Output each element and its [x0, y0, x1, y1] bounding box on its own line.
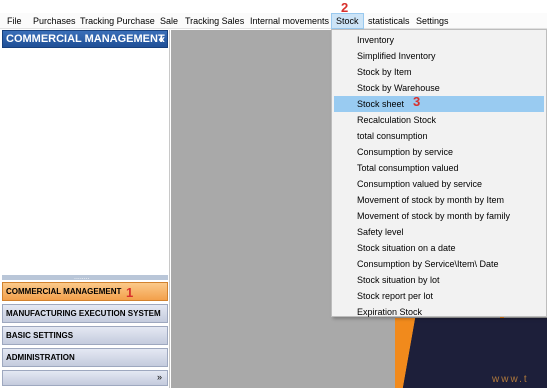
menu-item-stock-sheet[interactable]: Stock sheet: [334, 96, 544, 112]
menu-item-recalculation-stock[interactable]: Recalculation Stock: [334, 112, 544, 128]
menu-item-stock-by-item[interactable]: Stock by Item: [334, 64, 544, 80]
nav-overflow-bar[interactable]: »: [2, 370, 168, 386]
menu-item-total-consumption[interactable]: total consumption: [334, 128, 544, 144]
menu-item-stock-situation-on-date[interactable]: Stock situation on a date: [334, 240, 544, 256]
step-marker-1: 1: [126, 285, 134, 300]
step-marker-3: 3: [413, 94, 421, 109]
background-url-text: www.t: [492, 374, 529, 385]
menu-item-consumption-by-service-item-date[interactable]: Consumption by Service\Item\ Date: [334, 256, 544, 272]
menu-item-expiration-stock[interactable]: Expiration Stock: [334, 304, 544, 320]
collapse-icon[interactable]: «: [158, 31, 165, 47]
menu-item-simplified-inventory[interactable]: Simplified Inventory: [334, 48, 544, 64]
menu-purchases[interactable]: Purchases: [33, 13, 76, 29]
nav-basic-settings[interactable]: BASIC SETTINGS: [2, 326, 168, 345]
menu-internal-movements[interactable]: Internal movements: [250, 13, 329, 29]
menu-item-stock-report-per-lot[interactable]: Stock report per lot: [334, 288, 544, 304]
nav-commercial-management[interactable]: COMMERCIAL MANAGEMENT: [2, 282, 168, 301]
menu-item-safety-level[interactable]: Safety level: [334, 224, 544, 240]
menu-stock[interactable]: Stock: [331, 13, 364, 29]
menu-statisticals[interactable]: statisticals: [368, 13, 410, 29]
menu-item-consumption-by-service[interactable]: Consumption by service: [334, 144, 544, 160]
menu-tracking-sales[interactable]: Tracking Sales: [185, 13, 244, 29]
menu-item-stock-by-warehouse[interactable]: Stock by Warehouse: [334, 80, 544, 96]
stock-dropdown-menu: Inventory Simplified Inventory Stock by …: [331, 29, 547, 317]
menu-item-consumption-valued-by-service[interactable]: Consumption valued by service: [334, 176, 544, 192]
grip-icon: ........: [74, 274, 90, 281]
background-orange-shape: [395, 318, 419, 388]
menu-item-total-consumption-valued[interactable]: Total consumption valued: [334, 160, 544, 176]
sidebar: COMMERCIAL MANAGEMENT « ........ COMMERC…: [0, 30, 170, 388]
menu-settings[interactable]: Settings: [416, 13, 449, 29]
step-marker-2: 2: [341, 0, 349, 15]
menu-tracking-purchase[interactable]: Tracking Purchase: [80, 13, 155, 29]
nav-administration[interactable]: ADMINISTRATION: [2, 348, 168, 367]
sidebar-header: COMMERCIAL MANAGEMENT «: [2, 30, 168, 48]
menu-file[interactable]: File: [7, 13, 22, 29]
nav-manufacturing-execution-system[interactable]: MANUFACTURING EXECUTION SYSTEM: [2, 304, 168, 323]
menu-item-stock-situation-by-lot[interactable]: Stock situation by lot: [334, 272, 544, 288]
sidebar-title: COMMERCIAL MANAGEMENT: [6, 33, 165, 45]
menu-item-movement-by-month-by-item[interactable]: Movement of stock by month by Item: [334, 192, 544, 208]
chevron-more-icon[interactable]: »: [157, 372, 162, 382]
menu-sale[interactable]: Sale: [160, 13, 178, 29]
panel-splitter[interactable]: ........: [2, 274, 168, 281]
menu-bar: File Purchases Tracking Purchase Sale Tr…: [0, 13, 547, 29]
menu-item-inventory[interactable]: Inventory: [334, 32, 544, 48]
menu-item-movement-by-month-by-family[interactable]: Movement of stock by month by family: [334, 208, 544, 224]
